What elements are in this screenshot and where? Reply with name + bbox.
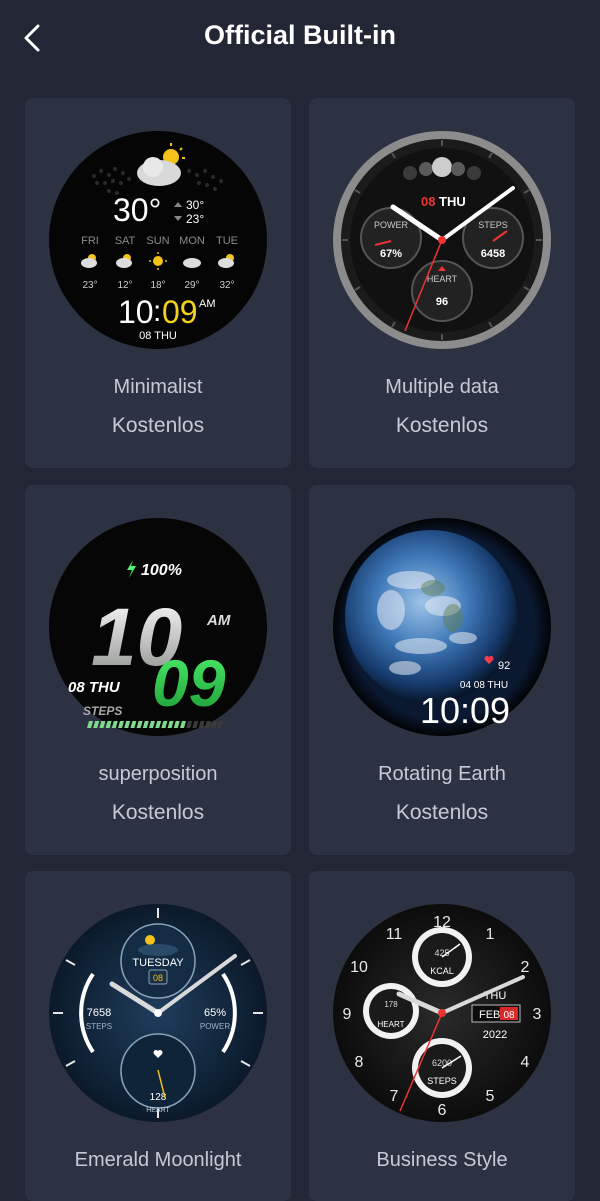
watchface-card-multiple-data[interactable]: 08 THU POWER 67% STEPS 6458 HEART 96 Mul… — [309, 98, 575, 468]
time-minute: 09 — [162, 294, 198, 330]
heart-value: 96 — [436, 296, 448, 308]
watchface-card-superposition[interactable]: 100% 10 09 AM 08 THU STEPS 0 100 6200 su… — [25, 485, 291, 855]
date-label: 08 THU — [139, 330, 177, 342]
watchface-name: Emerald Moonlight — [74, 1149, 242, 1171]
watchface-card-emerald-moonlight[interactable]: TUESDAY 08 128 HEART 7658 STEPS 65% POWE… — [25, 871, 291, 1201]
forecast-day: FRI — [81, 235, 99, 247]
low-temp: 23° — [186, 212, 204, 226]
watchface-name: Rotating Earth — [378, 763, 506, 785]
year-label: 2022 — [483, 1029, 507, 1041]
steps-value: 7658 — [87, 1007, 111, 1019]
time-ampm: AM — [199, 298, 216, 310]
page-title: Official Built-in — [204, 20, 396, 50]
power-value: 67% — [380, 248, 402, 260]
dial-numeral: 1 — [486, 926, 495, 943]
date-label: 08 THU — [68, 679, 121, 696]
forecast-temp: 32° — [219, 280, 234, 291]
top-bar: Official Built-in — [0, 0, 600, 78]
dial-numeral: 11 — [386, 926, 403, 943]
watchface-preview-minimalist: 30° 30° 23° FRI SAT SUN MON TUE 23° 12° … — [49, 131, 267, 349]
power-value: 65% — [204, 1007, 226, 1019]
steps-label: STEPS — [83, 704, 122, 718]
forecast-day: MON — [179, 235, 205, 247]
forecast-day: SUN — [146, 235, 169, 247]
watchface-price: Kostenlos — [395, 414, 489, 437]
watchface-price: Kostenlos — [111, 414, 205, 437]
watchface-preview-superposition: 100% 10 09 AM 08 THU STEPS 0 100 6200 — [49, 518, 267, 736]
watchface-preview-business-style: 12 1 2 3 4 5 6 7 8 9 10 11 425 KCAL 178 … — [333, 904, 551, 1122]
watchface-card-minimalist[interactable]: 30° 30° 23° FRI SAT SUN MON TUE 23° 12° … — [25, 98, 291, 468]
dial-numeral: 9 — [343, 1006, 352, 1023]
heart-label: HEART — [427, 274, 458, 284]
heart-label: HEART — [146, 1107, 170, 1114]
kcal-label: KCAL — [430, 966, 454, 976]
watchface-price: Kostenlos — [395, 801, 489, 824]
svg-text::: : — [153, 295, 161, 328]
time-hour: 10 — [118, 294, 154, 330]
watchface-card-rotating-earth[interactable]: 92 04 08 THU 10:09 Rotating Earth Kosten… — [309, 485, 575, 855]
dial-numeral: 7 — [390, 1088, 399, 1105]
forecast-temp: 12° — [117, 280, 132, 291]
power-label: POWER — [200, 1022, 230, 1031]
watchface-name: Business Style — [376, 1149, 508, 1171]
month-label: FEB — [479, 1009, 500, 1021]
progress-segment — [87, 721, 93, 728]
time-minute: 09 — [152, 646, 226, 720]
watchface-card-business-style[interactable]: 12 1 2 3 4 5 6 7 8 9 10 11 425 KCAL 178 … — [309, 871, 575, 1201]
day-label: THU — [439, 194, 466, 209]
dial-numeral: 10 — [350, 959, 368, 976]
battery-level: 100% — [141, 562, 182, 579]
progress-segment — [211, 721, 217, 728]
date-number: 08 — [153, 973, 163, 983]
watchface-name: Minimalist — [113, 376, 203, 398]
high-temp: 30° — [186, 198, 204, 212]
heart-rate: 92 — [498, 660, 510, 672]
watchface-preview-rotating-earth: 92 04 08 THU 10:09 — [333, 518, 551, 736]
forecast-temp: 29° — [184, 280, 199, 291]
watchface-price: Kostenlos — [111, 801, 205, 824]
forecast-day: SAT — [115, 235, 136, 247]
watchface-preview-emerald-moonlight: TUESDAY 08 128 HEART 7658 STEPS 65% POWE… — [49, 904, 267, 1122]
dial-numeral: 6 — [438, 1102, 447, 1119]
time-ampm: AM — [206, 612, 231, 629]
heart-label: HEART — [378, 1020, 405, 1029]
forecast-day: TUE — [216, 235, 238, 247]
steps-label: STEPS — [478, 220, 508, 230]
date-number: 08 — [503, 1010, 515, 1021]
steps-label: STEPS — [86, 1022, 112, 1031]
progress-segment — [93, 721, 100, 728]
current-temp: 30° — [113, 192, 161, 228]
steps-value: 6458 — [481, 248, 505, 260]
forecast-temp: 23° — [82, 280, 97, 291]
watchface-name: superposition — [98, 763, 218, 785]
steps-label: STEPS — [427, 1076, 457, 1086]
power-label: POWER — [374, 220, 409, 230]
dial-numeral: 2 — [521, 959, 530, 976]
progress-segment — [99, 721, 106, 728]
dial-numeral: 3 — [533, 1006, 542, 1023]
time-display: 10:09 — [420, 690, 510, 731]
watchface-preview-multiple-data: 08 THU POWER 67% STEPS 6458 HEART 96 — [333, 131, 551, 349]
progress-segment — [217, 721, 224, 728]
watchface-name: Multiple data — [385, 376, 499, 398]
day-label: TUESDAY — [132, 957, 184, 969]
moon-icon — [145, 935, 155, 945]
forecast-temp: 18° — [150, 280, 165, 291]
watchface-grid: 30° 30° 23° FRI SAT SUN MON TUE 23° 12° … — [0, 0, 600, 1201]
dial-numeral: 4 — [521, 1054, 530, 1071]
dial-numeral: 5 — [486, 1088, 495, 1105]
heart-value: 178 — [384, 1000, 398, 1009]
date-number: 08 — [421, 194, 435, 209]
dial-numeral: 8 — [355, 1054, 364, 1071]
